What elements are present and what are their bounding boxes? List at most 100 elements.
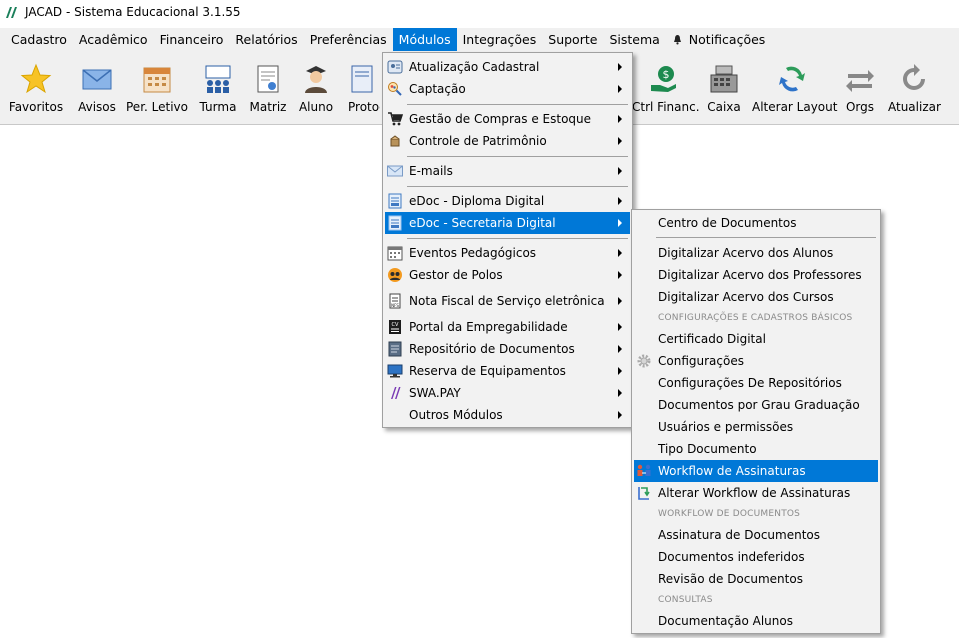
- emails-label: E-mails: [409, 164, 453, 178]
- menu-item-swa-pay[interactable]: SWA.PAY: [385, 382, 630, 404]
- submenu-item-tipo-documento[interactable]: Tipo Documento: [634, 438, 878, 460]
- menu-item-captacao[interactable]: Captação: [385, 78, 630, 100]
- menu-preferencias[interactable]: Preferências: [304, 28, 393, 51]
- atualizar-button[interactable]: Atualizar: [888, 51, 941, 123]
- submenu-arrow-icon: [618, 167, 622, 175]
- menu-academico[interactable]: Acadêmico: [73, 28, 154, 51]
- menu-integracoes[interactable]: Integrações: [457, 28, 543, 51]
- submenu-item-assinatura-documentos[interactable]: Assinatura de Documentos: [634, 524, 878, 546]
- per-letivo-label: Per. Letivo: [126, 100, 188, 114]
- menu-item-portal-empregabilidade[interactable]: CV Portal da Empregabilidade: [385, 316, 630, 338]
- bell-icon: [673, 35, 681, 45]
- submenu-item-digitalizar-cursos[interactable]: Digitalizar Acervo dos Cursos: [634, 286, 878, 308]
- submenu-arrow-icon: [618, 367, 622, 375]
- document-seal-icon: [257, 65, 279, 93]
- svg-text:$: $: [663, 68, 670, 81]
- nota-fiscal-label: Nota Fiscal de Serviço eletrônica: [409, 294, 605, 308]
- menu-separator: [656, 237, 876, 238]
- submenu-item-documentacao-alunos[interactable]: Documentação Alunos: [634, 610, 878, 632]
- title-bar: JACAD - Sistema Educacional 3.1.55: [0, 0, 959, 24]
- id-card-icon: [387, 60, 403, 74]
- menu-separator: [407, 238, 628, 239]
- submenu-arrow-icon: [618, 115, 622, 123]
- matriz-button[interactable]: Matriz: [246, 51, 290, 123]
- submenu-arrow-icon: [618, 411, 622, 419]
- submenu-arrow-icon: [618, 219, 622, 227]
- menu-relatorios[interactable]: Relatórios: [229, 28, 303, 51]
- protocolo-label: Protoc: [348, 100, 380, 114]
- menu-separator: [407, 156, 628, 157]
- jacad-logo-icon: [6, 7, 17, 18]
- submenu-item-alterar-workflow[interactable]: Alterar Workflow de Assinaturas: [634, 482, 878, 504]
- caixa-button[interactable]: Caixa: [702, 51, 746, 123]
- protocolo-button[interactable]: Protoc: [344, 51, 380, 123]
- gear-icon: [637, 354, 651, 368]
- menu-item-edoc-secretaria[interactable]: eDoc - Secretaria Digital: [385, 212, 630, 234]
- menu-modulos[interactable]: Módulos: [392, 28, 457, 51]
- submenu-item-centro-documentos[interactable]: Centro de Documentos: [634, 212, 878, 234]
- menu-notificacoes[interactable]: Notificações: [666, 28, 772, 51]
- submenu-item-documentos-grau[interactable]: Documentos por Grau Graduação: [634, 394, 878, 416]
- swa-pay-logo-icon: [391, 387, 401, 399]
- swap-layout-icon: [779, 66, 805, 92]
- centro-documentos-label: Centro de Documentos: [658, 216, 797, 230]
- orgs-button[interactable]: Orgs: [840, 51, 880, 123]
- money-hand-icon: $: [651, 66, 676, 92]
- menu-item-gestao-compras[interactable]: Gestão de Compras e Estoque: [385, 108, 630, 130]
- workflow-assinaturas-label: Workflow de Assinaturas: [658, 464, 806, 478]
- arrows-swap-icon: [846, 70, 874, 92]
- menu-item-reserva-equipamentos[interactable]: Reserva de Equipamentos: [385, 360, 630, 382]
- submenu-arrow-icon: [618, 271, 622, 279]
- ctrl-financ-button[interactable]: $ Ctrl Financ.: [632, 51, 700, 123]
- menu-sistema[interactable]: Sistema: [603, 28, 665, 51]
- alterar-layout-button[interactable]: Alterar Layout: [752, 51, 838, 123]
- turma-button[interactable]: Turma: [194, 51, 242, 123]
- menu-item-gestor-polos[interactable]: Gestor de Polos: [385, 264, 630, 286]
- swa-pay-label: SWA.PAY: [409, 386, 461, 400]
- document-repository-icon: [388, 341, 402, 357]
- menu-item-nota-fiscal[interactable]: NFS Nota Fiscal de Serviço eletrônica: [385, 290, 630, 312]
- cv-icon: CV: [389, 320, 401, 334]
- magnifier-people-icon: [388, 82, 402, 96]
- menu-suporte[interactable]: Suporte: [542, 28, 603, 51]
- svg-text:NFS: NFS: [391, 303, 399, 308]
- calendar-icon: [143, 67, 171, 93]
- menu-item-outros-modulos[interactable]: Outros Módulos: [385, 404, 630, 426]
- submenu-arrow-icon: [618, 345, 622, 353]
- assinatura-documentos-label: Assinatura de Documentos: [658, 528, 820, 542]
- menu-item-edoc-diploma[interactable]: eDoc - Diploma Digital: [385, 190, 630, 212]
- submenu-item-digitalizar-professores[interactable]: Digitalizar Acervo dos Professores: [634, 264, 878, 286]
- submenu-item-revisao-documentos[interactable]: Revisão de Documentos: [634, 568, 878, 590]
- menu-item-emails[interactable]: E-mails: [385, 160, 630, 182]
- submenu-item-certificado-digital[interactable]: Certificado Digital: [634, 328, 878, 350]
- documentos-grau-label: Documentos por Grau Graduação: [658, 398, 860, 412]
- submenu-item-digitalizar-alunos[interactable]: Digitalizar Acervo dos Alunos: [634, 242, 878, 264]
- submenu-item-usuarios-permissoes[interactable]: Usuários e permissões: [634, 416, 878, 438]
- svg-text:CV: CV: [392, 322, 399, 328]
- per-letivo-button[interactable]: Per. Letivo: [126, 51, 188, 123]
- submenu-item-workflow-assinaturas[interactable]: Workflow de Assinaturas: [634, 460, 878, 482]
- favoritos-button[interactable]: Favoritos: [6, 51, 66, 123]
- menu-cadastro[interactable]: Cadastro: [5, 28, 73, 51]
- alterar-layout-label: Alterar Layout: [752, 100, 838, 114]
- submenu-item-configuracoes-repositorios[interactable]: Configurações De Repositórios: [634, 372, 878, 394]
- notificacoes-label: Notificações: [688, 32, 766, 47]
- outros-modulos-label: Outros Módulos: [409, 408, 503, 422]
- submenu-arrow-icon: [618, 137, 622, 145]
- menu-item-controle-patrimonio[interactable]: Controle de Patrimônio: [385, 130, 630, 152]
- aluno-button[interactable]: Aluno: [294, 51, 338, 123]
- menu-item-eventos-pedagogicos[interactable]: Eventos Pedagógicos: [385, 242, 630, 264]
- usuarios-permissoes-label: Usuários e permissões: [658, 420, 794, 434]
- documentos-indeferidos-label: Documentos indeferidos: [658, 550, 805, 564]
- menu-item-atualizacao-cadastral[interactable]: Atualização Cadastral: [385, 56, 630, 78]
- repositorio-documentos-label: Repositório de Documentos: [409, 342, 575, 356]
- edoc-diploma-label: eDoc - Diploma Digital: [409, 194, 545, 208]
- star-icon: [20, 63, 52, 94]
- secretaria-submenu: Centro de Documentos Digitalizar Acervo …: [631, 209, 881, 634]
- submenu-item-configuracoes[interactable]: Configurações: [634, 350, 878, 372]
- menu-financeiro[interactable]: Financeiro: [154, 28, 230, 51]
- submenu-item-documentos-indeferidos[interactable]: Documentos indeferidos: [634, 546, 878, 568]
- avisos-button[interactable]: Avisos: [72, 51, 122, 123]
- menu-item-repositorio-documentos[interactable]: Repositório de Documentos: [385, 338, 630, 360]
- window-title: JACAD - Sistema Educacional 3.1.55: [25, 5, 241, 19]
